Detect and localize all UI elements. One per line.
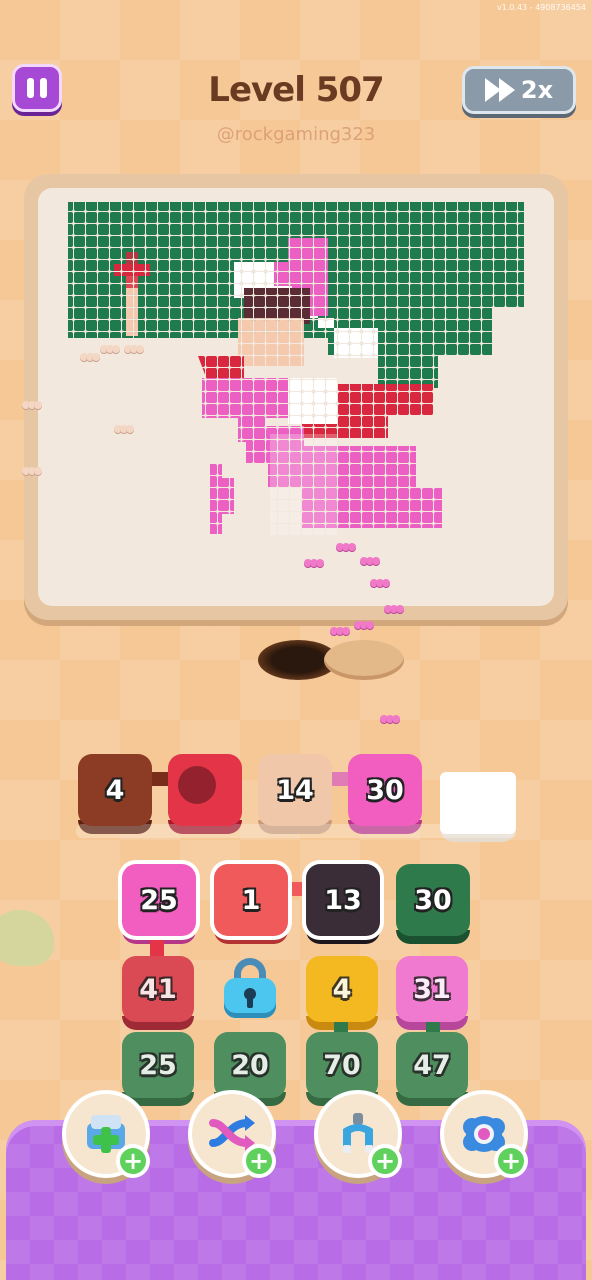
ant-beige [22, 466, 42, 476]
version-text: v1.0.43 - 4908736454 [496, 3, 586, 12]
grid-tile-r1c4[interactable]: 30 [396, 864, 470, 944]
leaf-decoration [0, 910, 54, 966]
grid-tile-r3c2[interactable]: 20 [214, 1032, 286, 1106]
pixel-canvas [38, 188, 554, 606]
tile-count: 25 [140, 884, 178, 916]
tile-count: 31 [413, 973, 451, 1005]
grid-tile-r3c3[interactable]: 70 [306, 1032, 378, 1106]
slot-count: 14 [276, 774, 314, 806]
lock-icon [222, 958, 278, 1018]
ant-beige [22, 400, 42, 410]
tile-count: 20 [231, 1049, 269, 1081]
fast-forward-icon [484, 78, 515, 102]
booster-shuffle[interactable]: + [188, 1090, 276, 1178]
booster-add-slot[interactable]: + [62, 1090, 150, 1178]
pixel-art-image [68, 202, 524, 536]
ant-pink [370, 578, 390, 588]
queue-slot-3[interactable]: 14 [258, 754, 332, 834]
grid-tile-r1c2[interactable]: 1 [214, 864, 288, 944]
tile-count: 4 [332, 973, 352, 1005]
booster-bomb[interactable]: + [440, 1090, 528, 1178]
grid-tile-r2c3[interactable]: 4 [306, 956, 378, 1030]
ant-pink [354, 620, 374, 630]
ant-pink [380, 714, 400, 724]
booster-plus-icon: + [368, 1144, 402, 1178]
tile-count: 70 [323, 1049, 361, 1081]
tile-count: 25 [139, 1049, 177, 1081]
watermark-text: @rockgaming323 [216, 124, 376, 145]
queue-slot-2[interactable] [168, 754, 242, 834]
grid-tile-r2c4[interactable]: 31 [396, 956, 468, 1030]
ant-beige [114, 424, 134, 434]
tile-count: 41 [139, 973, 177, 1005]
ant-pink [330, 626, 350, 636]
queue-slot-4[interactable]: 30 [348, 754, 422, 834]
tile-count: 47 [413, 1049, 451, 1081]
puzzle-board [24, 174, 568, 620]
booster-plus-icon: + [116, 1144, 150, 1178]
ant-pink [384, 604, 404, 614]
ant-beige [124, 344, 144, 354]
grid-tile-r3c1[interactable]: 25 [122, 1032, 194, 1106]
ant-beige [80, 352, 100, 362]
grid-tile-r2c1[interactable]: 41 [122, 956, 194, 1030]
grid-tile-r3c4[interactable]: 47 [396, 1032, 468, 1106]
grid-tile-r1c3[interactable]: 13 [306, 864, 380, 944]
booster-plus-icon: + [242, 1144, 276, 1178]
booster-plus-icon: + [494, 1144, 528, 1178]
grid-tile-r1c1[interactable]: 25 [122, 864, 196, 944]
ant-pink [304, 558, 324, 568]
speed-label: 2x [520, 76, 554, 104]
tile-count: 1 [241, 884, 261, 916]
slot-pad [178, 766, 216, 804]
speed-toggle-button[interactable]: 2x [462, 66, 576, 114]
tile-count: 30 [414, 884, 452, 916]
ant-pink [336, 542, 356, 552]
hole-lid [324, 640, 404, 680]
queue-slot-1[interactable]: 4 [78, 754, 152, 834]
booster-magnet[interactable]: + [314, 1090, 402, 1178]
slot-count: 30 [366, 774, 404, 806]
queue-slot-empty[interactable] [440, 772, 516, 842]
slot-count: 4 [105, 774, 125, 806]
ant-pink [360, 556, 380, 566]
ant-beige [100, 344, 120, 354]
tile-count: 13 [324, 884, 362, 916]
